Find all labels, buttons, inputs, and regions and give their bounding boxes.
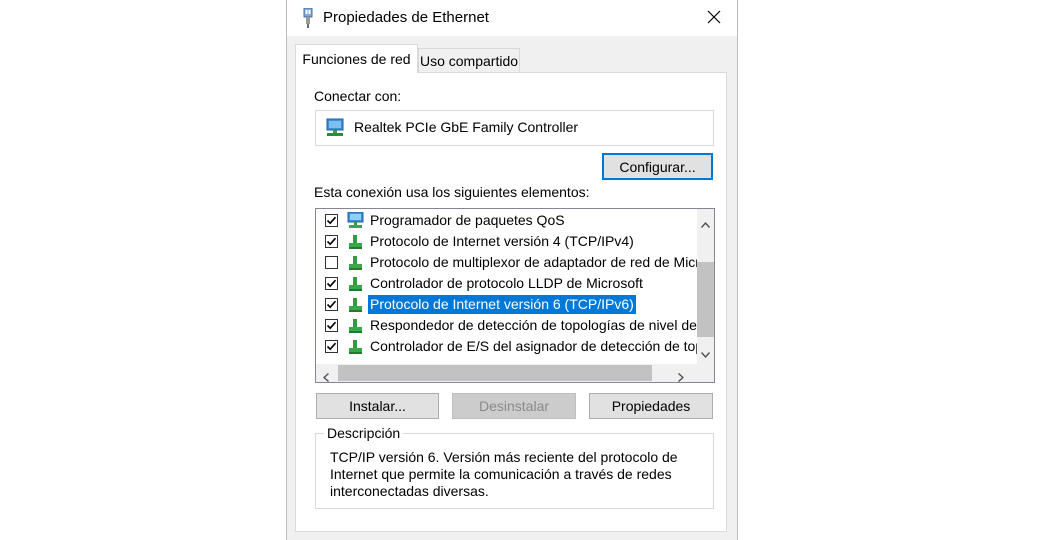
item-label: Protocolo de multiplexor de adaptador de… (370, 254, 715, 270)
list-item[interactable]: Controlador de E/S del asignador de dete… (316, 336, 710, 358)
description-legend: Descripción (324, 425, 404, 441)
horizontal-scroll-thumb[interactable] (338, 365, 652, 381)
item-checkbox[interactable] (325, 235, 338, 248)
configure-button-label: Configurar... (619, 158, 696, 175)
description-line: Internet que permite la comunicación a t… (330, 466, 672, 482)
vertical-scrollbar[interactable] (697, 209, 714, 364)
description-line: interconectadas diversas. (330, 483, 489, 499)
vertical-scroll-thumb[interactable] (697, 262, 714, 337)
description-line: TCP/IP versión 6. Versión más reciente d… (330, 449, 678, 465)
tab-sharing[interactable]: Uso compartido (418, 48, 520, 72)
scroll-up-icon[interactable] (700, 215, 711, 231)
qos-icon (347, 211, 364, 232)
window-title: Propiedades de Ethernet (323, 9, 489, 26)
item-label: Programador de paquetes QoS (370, 212, 565, 228)
elements-label: Esta conexión usa los siguientes element… (314, 184, 590, 200)
protocol-icon (347, 296, 364, 316)
item-checkbox[interactable] (325, 214, 338, 227)
list-item[interactable]: Programador de paquetes QoS (316, 210, 691, 231)
item-label: Controlador de E/S del asignador de dete… (370, 338, 711, 354)
uninstall-button: Desinstalar (452, 393, 576, 419)
close-icon (707, 10, 721, 27)
tab-label: Uso compartido (419, 52, 519, 69)
scroll-right-icon[interactable] (678, 369, 685, 382)
description-text: TCP/IP versión 6. Versión más reciente d… (330, 449, 700, 500)
title-bar: Propiedades de Ethernet (287, 0, 737, 36)
item-label: Protocolo de Internet versión 4 (TCP/IPv… (370, 233, 634, 249)
components-list[interactable]: Programador de paquetes QoS Protocolo de … (315, 208, 715, 383)
adapter-box: Realtek PCIe GbE Family Controller (315, 110, 714, 146)
properties-button-label: Propiedades (611, 398, 691, 414)
horizontal-scrollbar[interactable] (316, 364, 714, 382)
item-checkbox[interactable] (325, 277, 338, 290)
list-item[interactable]: Protocolo de multiplexor de adaptador de… (316, 252, 714, 274)
item-checkbox[interactable] (325, 340, 338, 353)
protocol-icon (347, 275, 364, 295)
scroll-down-icon[interactable] (700, 345, 711, 361)
protocol-icon (347, 317, 364, 337)
network-adapter-icon (301, 7, 315, 28)
adapter-name: Realtek PCIe GbE Family Controller (354, 119, 579, 135)
list-item[interactable]: Protocolo de Internet versión 6 (TCP/IPv… (316, 294, 691, 315)
item-label: Protocolo de Internet versión 6 (TCP/IPv… (368, 295, 636, 314)
protocol-icon (347, 338, 364, 358)
install-button[interactable]: Instalar... (316, 393, 439, 419)
item-label: Respondedor de detección de topologías d… (370, 317, 708, 333)
close-button[interactable] (691, 0, 737, 36)
install-button-label: Instalar... (349, 398, 406, 414)
list-item[interactable]: Protocolo de Internet versión 4 (TCP/IPv… (316, 231, 691, 252)
item-label: Controlador de protocolo LLDP de Microso… (370, 275, 643, 291)
protocol-icon (347, 233, 364, 253)
network-card-icon (325, 118, 345, 141)
ethernet-properties-dialog: Propiedades de Ethernet Funciones de red… (286, 0, 738, 540)
configure-button[interactable]: Configurar... (602, 153, 713, 180)
tab-network-functions[interactable]: Funciones de red (295, 44, 418, 73)
protocol-icon (347, 254, 364, 274)
scroll-left-icon[interactable] (322, 369, 329, 382)
list-item[interactable]: Respondedor de detección de topologías d… (316, 315, 708, 337)
description-group: Descripción TCP/IP versión 6. Versión má… (315, 425, 714, 509)
tab-panel: Conectar con: Realtek PCIe GbE Family Co… (295, 72, 727, 532)
uninstall-button-label: Desinstalar (478, 398, 550, 414)
list-item[interactable]: Controlador de protocolo LLDP de Microso… (316, 273, 691, 294)
item-checkbox[interactable] (325, 298, 338, 311)
properties-button[interactable]: Propiedades (589, 393, 713, 419)
connect-with-label: Conectar con: (314, 88, 402, 104)
item-checkbox[interactable] (325, 319, 338, 332)
item-checkbox[interactable] (325, 256, 338, 269)
tab-label: Funciones de red (302, 51, 411, 67)
